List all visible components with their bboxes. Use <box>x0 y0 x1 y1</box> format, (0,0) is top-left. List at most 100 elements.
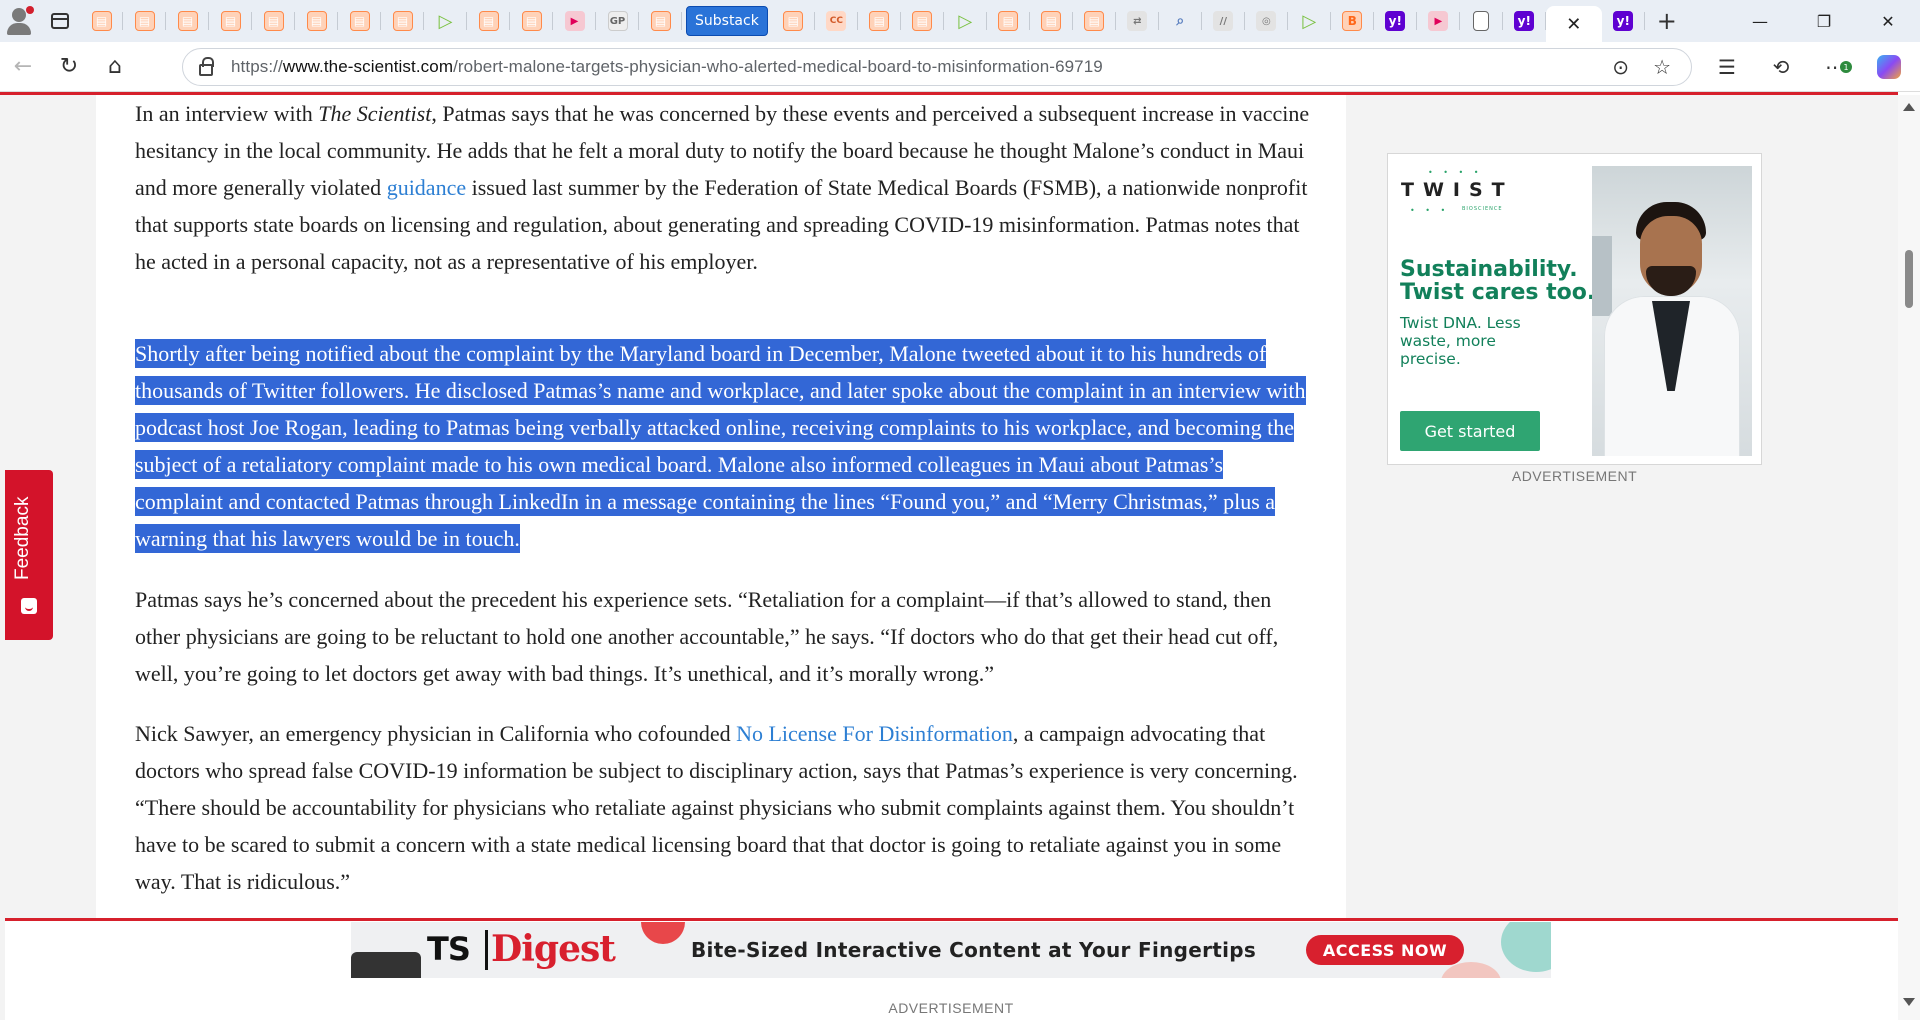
history-icon[interactable]: ⟲ <box>1754 55 1808 79</box>
paragraph-4: Nick Sawyer, an emergency physician in C… <box>135 721 1298 894</box>
new-tab-button[interactable]: + <box>1645 0 1689 42</box>
lock-icon[interactable] <box>199 57 214 76</box>
browser-tab[interactable]: ▤ <box>639 0 682 42</box>
browser-tab[interactable]: GP <box>596 0 639 42</box>
paragraph-1: In an interview with The Scientist, Patm… <box>135 101 1310 274</box>
reader-view-icon[interactable]: ⊙ <box>1612 55 1629 79</box>
scroll-down-arrow-icon[interactable] <box>1903 998 1915 1006</box>
address-bar[interactable]: https://www.the-scientist.com/robert-mal… <box>182 48 1692 86</box>
browser-tab[interactable]: ▶ <box>553 0 596 42</box>
browser-tab[interactable]: ▤ <box>166 0 209 42</box>
feedback-label: Feedback <box>12 496 33 580</box>
substack-icon: ▤ <box>783 11 804 31</box>
tab-strip: ▤ ▤ ▤ ▤ ▤ ▤ ▤ ▤ ▷ ▤ ▤ ▶ GP ▤ Substack ▤ CC ▤ ▤ ▷ ▤ ▤ ▤ ⇄ ⌕ // ◎ ▷… <box>0 0 1920 42</box>
minimize-button[interactable]: — <box>1728 0 1792 42</box>
substack-icon: ▤ <box>392 11 413 31</box>
home-button[interactable]: ⌂ <box>92 47 138 87</box>
favorites-icon[interactable]: ☰ <box>1700 55 1754 79</box>
browser-tab[interactable]: ▤ <box>772 0 815 42</box>
vertical-scrollbar[interactable] <box>1898 95 1920 1020</box>
cc-icon: CC <box>826 11 847 31</box>
document-icon <box>1473 11 1490 31</box>
browser-tab[interactable]: ⇄ <box>1116 0 1159 42</box>
browser-tab[interactable]: ▤ <box>510 0 553 42</box>
browser-tab[interactable]: ▤ <box>80 0 123 42</box>
copilot-icon[interactable] <box>1862 55 1916 79</box>
ad-tagline: Bite-Sized Interactive Content at Your F… <box>691 938 1257 962</box>
restore-button[interactable]: ❐ <box>1792 0 1856 42</box>
browser-tab[interactable]: ▤ <box>987 0 1030 42</box>
browser-tab[interactable]: ▤ <box>209 0 252 42</box>
back-button[interactable]: ← <box>0 47 46 87</box>
get-started-button[interactable]: Get started <box>1400 411 1540 451</box>
scroll-up-arrow-icon[interactable] <box>1903 103 1915 111</box>
browser-tab[interactable]: ◎ <box>1245 0 1288 42</box>
browser-tab[interactable]: B <box>1331 0 1374 42</box>
favorite-star-icon[interactable]: ☆ <box>1653 55 1671 79</box>
tab-substack[interactable]: Substack <box>686 6 768 36</box>
play-icon: ▷ <box>1302 10 1317 32</box>
substack-icon: ▤ <box>650 11 671 31</box>
url-text[interactable]: https://www.the-scientist.com/robert-mal… <box>231 57 1103 77</box>
browser-tab[interactable] <box>1460 0 1503 42</box>
extension-badge: 1 <box>1840 61 1852 73</box>
b-icon: B <box>1342 11 1363 31</box>
play-icon: ▷ <box>438 10 453 32</box>
browser-tab[interactable]: ▷ <box>1288 0 1331 42</box>
twist-logo-sub: BIOSCIENCE <box>1462 206 1503 212</box>
youtube-icon: ▶ <box>564 11 585 31</box>
side-advertisement[interactable]: • • • • TWIST • • • BIOSCIENCE Sustainab… <box>1387 153 1762 465</box>
ad-photo-scientist <box>1592 166 1752 456</box>
browser-tab[interactable]: ▤ <box>338 0 381 42</box>
substack-icon: ▤ <box>1084 11 1105 31</box>
browser-tab[interactable]: // <box>1202 0 1245 42</box>
substack-icon: ▤ <box>349 11 370 31</box>
browser-tab[interactable]: ▤ <box>252 0 295 42</box>
substack-icon: ▤ <box>521 11 542 31</box>
yahoo-icon: y! <box>1514 11 1535 31</box>
browser-tab[interactable]: ▤ <box>381 0 424 42</box>
tab-yahoo[interactable]: y! <box>1602 0 1645 42</box>
extensions-icon[interactable]: ⋯ 1 <box>1808 55 1862 79</box>
close-tab-icon[interactable]: ✕ <box>1566 14 1581 35</box>
tab-actions-icon[interactable] <box>40 0 80 42</box>
browser-tab[interactable]: ⌕ <box>1159 0 1202 42</box>
ad-headline: Sustainability. Twist cares too. <box>1400 257 1596 305</box>
browser-tab[interactable]: y! <box>1503 0 1546 42</box>
substack-icon: ▤ <box>306 11 327 31</box>
bottom-advertisement[interactable]: TS Digest Bite-Sized Interactive Content… <box>351 922 1551 978</box>
browser-tab[interactable]: CC <box>815 0 858 42</box>
browser-tab[interactable]: ▤ <box>1073 0 1116 42</box>
browser-tab[interactable]: ▤ <box>1030 0 1073 42</box>
browser-tab[interactable]: ▤ <box>295 0 338 42</box>
robot-icon: ◎ <box>1256 11 1277 31</box>
active-tab[interactable]: ✕ <box>1545 6 1602 42</box>
browser-tab[interactable]: ▶ <box>1417 0 1460 42</box>
no-license-link[interactable]: No License For Disinformation <box>736 721 1013 746</box>
browser-tab[interactable]: ▷ <box>944 0 987 42</box>
browser-tab[interactable]: ▤ <box>858 0 901 42</box>
browser-tab[interactable]: ▤ <box>901 0 944 42</box>
twist-dots-icon: • • • <box>1410 206 1450 215</box>
substack-icon: ▤ <box>1041 11 1062 31</box>
access-now-button[interactable]: ACCESS NOW <box>1306 935 1464 965</box>
browser-tab[interactable]: y! <box>1374 0 1417 42</box>
close-window-button[interactable]: ✕ <box>1856 0 1920 42</box>
scroll-thumb[interactable] <box>1905 250 1913 308</box>
gp-icon: GP <box>607 11 628 31</box>
browser-tab[interactable]: ▷ <box>424 0 467 42</box>
ts-logo: TS <box>427 930 471 968</box>
feedback-button[interactable]: Feedback <box>5 470 53 640</box>
browser-tab[interactable]: ▤ <box>467 0 510 42</box>
bottom-ad-label: ADVERTISEMENT <box>888 1000 1014 1016</box>
twist-logo: TWIST <box>1401 179 1514 201</box>
profile-avatar-icon[interactable] <box>0 0 40 42</box>
translate-icon: ⇄ <box>1127 11 1148 31</box>
substack-icon: ▤ <box>220 11 241 31</box>
ad-body: Twist DNA. Less waste, more precise. <box>1400 314 1521 368</box>
browser-tab[interactable]: ▤ <box>123 0 166 42</box>
refresh-button[interactable]: ↻ <box>46 47 92 87</box>
substack-icon: ▤ <box>263 11 284 31</box>
substack-icon: ▤ <box>869 11 890 31</box>
guidance-link[interactable]: guidance <box>387 175 466 200</box>
